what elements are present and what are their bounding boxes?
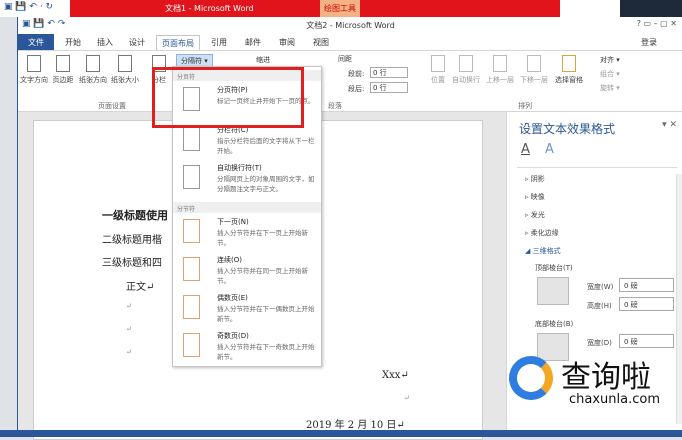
continuous-icon [183,257,200,281]
pane-close-icon[interactable]: ▾ ✕ [662,120,677,130]
login-link[interactable]: 登录 [636,35,662,50]
orientation-icon [86,55,100,72]
context-tab-drawing-tools[interactable]: 绘图工具 [320,0,360,17]
bring-forward-button[interactable]: 上移一层 [484,55,516,85]
rotate-button[interactable]: 旋转 ▾ [600,83,620,93]
tab-references[interactable]: 引用 [206,35,232,50]
tab-design[interactable]: 设计 [124,35,150,50]
position-button[interactable]: 位置 [428,55,448,85]
menu-item-odd-page[interactable]: 奇数页(D) 插入分节符并在下一奇数页上开始新节。 [173,331,321,367]
tab-review[interactable]: 审阅 [274,35,300,50]
even-page-icon [183,295,200,319]
margins-icon [56,55,70,72]
back-quick-access[interactable]: ▣ 💾 ↶ · ↻ [4,2,53,12]
text-direction-button[interactable]: 文字方向 [20,55,48,85]
bottom-width-input[interactable]: 0 磅 [619,334,674,348]
tab-mailings[interactable]: 邮件 [240,35,266,50]
titlebar: ▣ 💾 ↶ ↷ 文档2 - Microsoft Word ? ▭ – ▢ ✕ [18,17,682,33]
highlight-box [152,67,304,128]
tab-home[interactable]: 开始 [60,35,86,50]
status-bar [0,430,682,437]
wrap-text-button[interactable]: 自动换行 [450,55,482,85]
spacing-before-input[interactable]: 0 行 [370,67,408,78]
section-glow[interactable]: ▹ 发光 [525,210,545,220]
bring-forward-icon [493,55,507,72]
column-break-icon [183,127,200,151]
size-button[interactable]: 纸张大小 [110,55,140,85]
orientation-button[interactable]: 纸张方向 [78,55,108,85]
text-wrapping-icon [183,165,200,189]
menu-item-next-page[interactable]: 下一页(N) 插入分节符并在下一页上开始新节。 [173,217,321,253]
ribbon: 文字方向 页边距 纸张方向 纸张大小 分栏 页面设置 分隔符 ▾ 缩进 间距 段… [18,50,682,112]
text-direction-icon [27,55,41,72]
position-icon [431,55,445,72]
back-window-edge [620,0,682,17]
top-width-input[interactable]: 0 磅 [619,278,674,292]
window-controls[interactable]: ? ▭ – ▢ ✕ [637,19,677,28]
top-height-input[interactable]: 0 磅 [619,297,674,311]
quick-access-toolbar[interactable]: ▣ 💾 ↶ ↷ [22,19,65,29]
margins-button[interactable]: 页边距 [50,55,76,85]
section-reflection[interactable]: ▹ 映像 [525,192,545,202]
odd-page-icon [183,333,200,357]
align-button[interactable]: 对齐 ▾ [600,55,620,65]
section-shadow[interactable]: ▹ 阴影 [525,174,545,184]
tab-file[interactable]: 文件 [18,34,54,51]
text-fill-outline-icon[interactable]: A [521,142,530,157]
back-window-title: 文档1 - Microsoft Word 绘图工具 [70,0,560,17]
wrap-icon [459,55,473,72]
size-icon [118,55,132,72]
tab-page-layout[interactable]: 页面布局 [156,35,200,51]
section-soft-edges[interactable]: ▹ 柔化边缘 [525,228,559,238]
section-3d-format[interactable]: ◢ 三维格式 [525,246,561,256]
watermark-logo: 查询啦 chaxunla.com [505,348,682,418]
divider [517,167,677,168]
text-effects-icon[interactable]: A [545,142,554,157]
logo-icon [509,356,553,400]
window-title: 文档2 - Microsoft Word [306,21,395,30]
selection-pane-button[interactable]: 选择窗格 [552,55,586,85]
menu-item-column-break[interactable]: 分栏符(C) 指示分栏符后面的文字将从下一栏开始。 [173,125,321,161]
spacing-after-input[interactable]: 0 行 [370,82,408,93]
menu-item-even-page[interactable]: 偶数页(E) 插入分节符并在下一偶数页上开始新节。 [173,293,321,329]
send-backward-button[interactable]: 下移一层 [518,55,550,85]
menu-item-continuous[interactable]: 连续(O) 插入分节符并在同一页上开始新节。 [173,255,321,291]
tab-insert[interactable]: 插入 [92,35,118,50]
tab-view[interactable]: 视图 [308,35,334,50]
next-page-icon [183,219,200,243]
send-backward-icon [527,55,541,72]
menu-item-text-wrapping[interactable]: 自动换行符(T) 分隔网页上的对象周围的文字，如分隔题注文字与正文。 [173,163,321,199]
ribbon-tabs: 文件 开始 插入 设计 页面布局 引用 邮件 审阅 视图 登录 [18,33,682,51]
group-button[interactable]: 组合 ▾ [600,69,620,79]
selection-pane-icon [562,55,576,72]
pane-title: 设置文本效果格式 [519,122,616,136]
top-bevel-picker[interactable] [537,277,569,305]
